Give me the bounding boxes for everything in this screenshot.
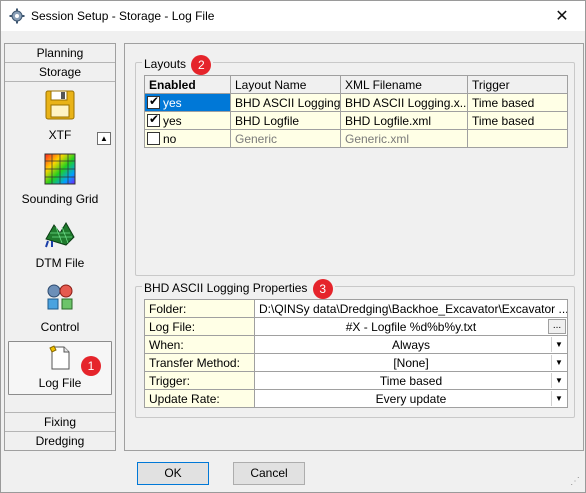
properties-group: BHD ASCII Logging Properties 3 Folder: D… <box>135 279 575 418</box>
nav-item-label: DTM File <box>35 256 85 270</box>
bottom-tabs: Fixing Dredging <box>5 412 115 450</box>
resize-grip-icon[interactable]: ⋰ <box>570 477 582 489</box>
column-header-enabled[interactable]: Enabled <box>144 75 231 94</box>
browse-button[interactable]: ... <box>548 319 566 334</box>
tab-fixing[interactable]: Fixing <box>5 412 115 431</box>
chevron-down-icon[interactable]: ▼ <box>551 337 566 352</box>
nav-item-sounding-grid[interactable]: Sounding Grid <box>5 153 115 206</box>
nav-item-log-file[interactable]: Log File 1 <box>8 341 112 395</box>
trigger-value: Time based <box>379 373 443 388</box>
content-pane: Layouts 2 Enabled Layout Name XML Filena… <box>124 43 584 451</box>
property-key: When: <box>144 335 255 354</box>
gear-icon <box>9 8 25 24</box>
property-key: Transfer Method: <box>144 353 255 372</box>
layouts-group: Layouts 2 Enabled Layout Name XML Filena… <box>135 55 575 276</box>
log-file-icon <box>49 345 70 370</box>
update-rate-value: Every update <box>375 391 447 406</box>
layouts-caption-text: Layouts <box>144 57 187 72</box>
property-row: Trigger: Time based ▼ <box>144 371 568 390</box>
transfer-method-value: [None] <box>393 355 429 370</box>
nav-item-label: Control <box>40 320 80 334</box>
layouts-caption: Layouts 2 <box>142 55 214 75</box>
control-icon <box>47 284 73 310</box>
table-header-row: Enabled Layout Name XML Filename Trigger <box>144 75 568 94</box>
property-key: Log File: <box>144 317 255 336</box>
property-key: Folder: <box>144 299 255 318</box>
nav-item-control[interactable]: Control <box>5 281 115 334</box>
chevron-down-icon[interactable]: ▼ <box>551 373 566 388</box>
storage-panel: ▲ XTF Sounding Grid DTM File Control Log… <box>5 84 115 410</box>
enabled-checkbox[interactable] <box>147 95 160 109</box>
enabled-value: yes <box>163 95 182 110</box>
navigation-pane: Planning Storage ▲ XTF Sounding Grid DTM… <box>4 43 116 451</box>
property-key: Update Rate: <box>144 389 255 408</box>
close-icon[interactable]: ✕ <box>539 1 585 31</box>
log-file-text: #X - Logfile %d%b%y.txt <box>345 319 477 334</box>
sounding-grid-icon <box>44 153 76 185</box>
trigger-select[interactable]: Time based ▼ <box>254 371 568 390</box>
layouts-table: Enabled Layout Name XML Filename Trigger… <box>144 75 568 148</box>
when-value: Always <box>391 337 430 352</box>
enabled-cell[interactable]: no <box>144 129 231 148</box>
trigger-cell[interactable]: Time based <box>467 93 568 112</box>
nav-item-dtm-file[interactable]: DTM File <box>5 217 115 270</box>
property-key: Trigger: <box>144 371 255 390</box>
update-rate-select[interactable]: Every update ▼ <box>254 389 568 408</box>
column-header-trigger[interactable]: Trigger <box>467 75 568 94</box>
annotation-badge-1: 1 <box>81 356 101 376</box>
column-header-layout-name[interactable]: Layout Name <box>230 75 341 94</box>
enabled-cell[interactable]: yes <box>144 111 231 130</box>
ok-button[interactable]: OK <box>137 462 209 485</box>
enabled-value: yes <box>163 113 182 128</box>
window-title: Session Setup - Storage - Log File <box>31 9 215 23</box>
annotation-badge-3: 3 <box>312 279 333 299</box>
trigger-cell[interactable] <box>467 129 568 148</box>
property-row: Log File: #X - Logfile %d%b%y.txt... <box>144 317 568 336</box>
layout-name-cell[interactable]: BHD ASCII Logging <box>230 93 341 112</box>
enabled-cell[interactable]: yes <box>144 93 231 112</box>
xml-filename-cell[interactable]: Generic.xml <box>340 129 468 148</box>
chevron-down-icon[interactable]: ▼ <box>551 391 566 406</box>
session-setup-window: Session Setup - Storage - Log File ✕ Pla… <box>0 0 586 493</box>
nav-item-label: Log File <box>38 376 82 390</box>
tab-dredging[interactable]: Dredging <box>5 431 115 450</box>
log-file-value[interactable]: #X - Logfile %d%b%y.txt... <box>254 317 568 336</box>
transfer-method-select[interactable]: [None] ▼ <box>254 353 568 372</box>
table-row[interactable]: yes BHD Logfile BHD Logfile.xml Time bas… <box>144 111 568 130</box>
property-row: Folder: D:\QINSy data\Dredging\Backhoe_E… <box>144 299 568 318</box>
tab-storage[interactable]: Storage <box>5 63 115 82</box>
dtm-file-icon <box>45 222 75 248</box>
folder-value[interactable]: D:\QINSy data\Dredging\Backhoe_Excavator… <box>254 299 568 318</box>
title-bar: Session Setup - Storage - Log File ✕ <box>1 1 585 31</box>
layout-name-cell[interactable]: BHD Logfile <box>230 111 341 130</box>
chevron-down-icon[interactable]: ▼ <box>551 355 566 370</box>
tab-planning[interactable]: Planning <box>5 44 115 63</box>
enabled-checkbox[interactable] <box>147 113 160 127</box>
nav-item-label: Sounding Grid <box>21 192 99 206</box>
xml-filename-cell[interactable]: BHD ASCII Logging.x... <box>340 93 468 112</box>
trigger-cell[interactable]: Time based <box>467 111 568 130</box>
nav-item-xtf[interactable]: XTF <box>5 89 115 142</box>
layout-name-cell[interactable]: Generic <box>230 129 341 148</box>
property-row: When: Always ▼ <box>144 335 568 354</box>
properties-caption: BHD ASCII Logging Properties 3 <box>142 279 335 299</box>
nav-item-label: XTF <box>48 128 72 142</box>
table-row[interactable]: yes BHD ASCII Logging BHD ASCII Logging.… <box>144 93 568 112</box>
when-select[interactable]: Always ▼ <box>254 335 568 354</box>
floppy-disk-icon <box>45 90 75 120</box>
table-row[interactable]: no Generic Generic.xml <box>144 129 568 148</box>
enabled-checkbox[interactable] <box>147 131 160 145</box>
cancel-button[interactable]: Cancel <box>233 462 305 485</box>
properties-table: Folder: D:\QINSy data\Dredging\Backhoe_E… <box>144 299 568 408</box>
property-row: Transfer Method: [None] ▼ <box>144 353 568 372</box>
column-header-xml-filename[interactable]: XML Filename <box>340 75 468 94</box>
properties-caption-text: BHD ASCII Logging Properties <box>144 281 308 296</box>
annotation-badge-2: 2 <box>191 55 212 75</box>
xml-filename-cell[interactable]: BHD Logfile.xml <box>340 111 468 130</box>
enabled-value: no <box>163 131 177 146</box>
property-row: Update Rate: Every update ▼ <box>144 389 568 408</box>
